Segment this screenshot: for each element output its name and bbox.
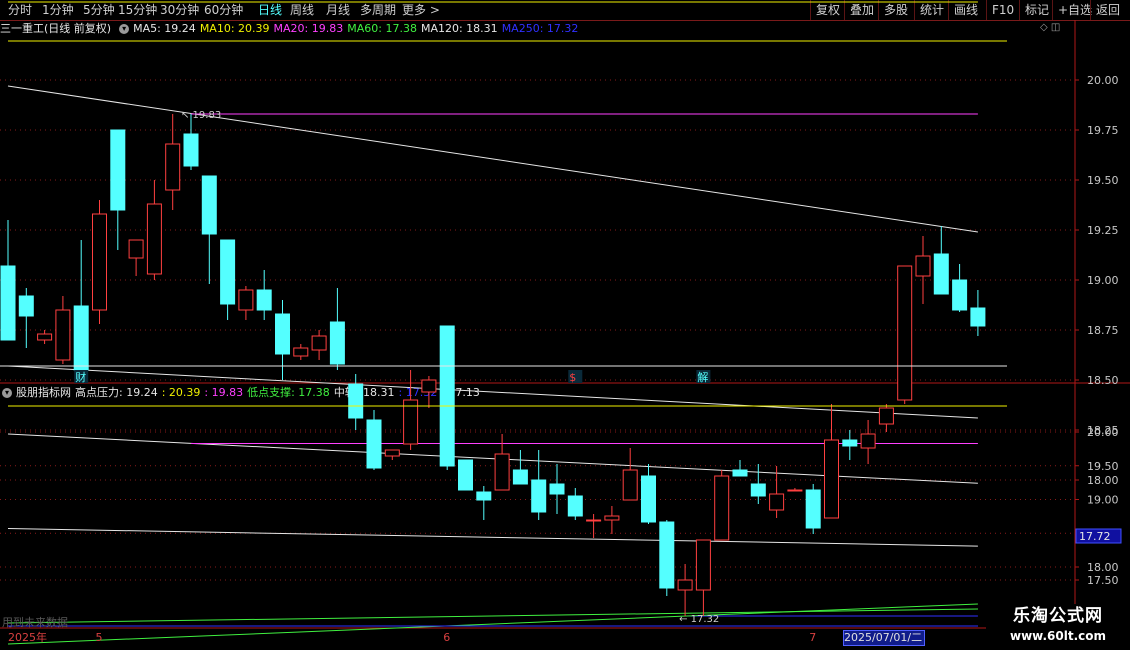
- candle-body: [37, 333, 53, 341]
- event-marker: $: [569, 371, 576, 384]
- candle-body: [403, 399, 419, 445]
- candle-body: [311, 335, 327, 351]
- y-tick-label: 19.50: [1087, 174, 1119, 187]
- candle-body: [220, 239, 236, 305]
- date-tick-label: 6: [443, 631, 451, 644]
- candle-body: [732, 469, 748, 477]
- candle-body: [695, 539, 711, 591]
- date-tick-label: 5: [95, 631, 103, 644]
- candle-body: [933, 253, 949, 295]
- y-tick-label: 19.75: [1087, 124, 1119, 137]
- site-logo: 乐淘公式网 www.60lt.com: [986, 604, 1130, 650]
- high-annotation: ↖ 19.83: [181, 110, 221, 121]
- event-marker: 财: [75, 370, 86, 384]
- candle-body: [750, 483, 766, 497]
- y-tick-label: 19.50: [1087, 460, 1119, 473]
- candle-body: [73, 305, 89, 371]
- future-data-label: 用到未来数据: [2, 616, 68, 629]
- price-tag-label: 17.72: [1079, 530, 1111, 543]
- candle-body: [860, 433, 876, 449]
- candle-body: [787, 489, 803, 492]
- candle-body: [329, 321, 345, 365]
- y-tick-label: 18.00: [1087, 474, 1119, 487]
- candle-body: [439, 325, 455, 467]
- candle-body: [92, 213, 107, 311]
- candle-body: [384, 449, 400, 457]
- kline-chart[interactable]: 20.0019.7519.5019.2519.0018.7518.5018.25…: [0, 0, 1130, 650]
- candle-body: [769, 493, 785, 511]
- date-tick-label: 2025年: [8, 631, 47, 644]
- candle-body: [238, 289, 254, 311]
- y-tick-label: 18.00: [1087, 561, 1119, 574]
- sub-line: [7, 528, 978, 547]
- candle-body: [512, 469, 528, 485]
- candle-body: [897, 265, 913, 401]
- candle-body: [549, 483, 565, 495]
- candle-body: [256, 289, 272, 311]
- candle-body: [0, 265, 16, 341]
- candle-body: [878, 407, 894, 425]
- y-tick-label: 18.75: [1087, 324, 1119, 337]
- candle-body: [366, 419, 382, 469]
- y-tick-label: 20.00: [1087, 74, 1119, 87]
- y-tick-label: 20.00: [1087, 426, 1119, 439]
- candle-body: [622, 469, 638, 501]
- candle-body: [714, 475, 730, 541]
- candle-body: [293, 347, 309, 357]
- candle-body: [567, 495, 583, 517]
- logo-title: 乐淘公式网: [1013, 606, 1103, 626]
- candle-body: [641, 475, 656, 523]
- candle-body: [531, 479, 547, 513]
- y-tick-label: 19.25: [1087, 224, 1119, 237]
- candle-body: [476, 491, 492, 501]
- date-tick-label: 7: [809, 631, 817, 644]
- y-tick-label: 18.50: [1087, 374, 1119, 387]
- candle-body: [201, 175, 217, 235]
- candle-body: [659, 521, 675, 589]
- candle-body: [915, 255, 931, 277]
- y-tick-label: 17.50: [1087, 574, 1119, 587]
- candle-body: [677, 579, 693, 591]
- y-tick-label: 19.00: [1087, 274, 1119, 287]
- candle-body: [805, 489, 821, 529]
- candle-body: [494, 453, 510, 491]
- y-tick-label: 19.00: [1087, 494, 1119, 507]
- candle-body: [146, 203, 162, 275]
- candle-body: [110, 129, 126, 211]
- candle-body: [55, 309, 71, 361]
- logo-url: www.60lt.com: [1009, 629, 1107, 643]
- candle-body: [824, 439, 839, 519]
- candle-body: [18, 295, 34, 317]
- low-annotation: ← 17.32: [679, 614, 719, 625]
- candle-body: [183, 133, 199, 167]
- candle-body: [165, 143, 181, 191]
- main-line: [7, 365, 978, 419]
- candle-body: [952, 279, 968, 311]
- candle-body: [348, 383, 364, 419]
- candle-body: [586, 519, 602, 522]
- candle-body: [458, 459, 473, 491]
- current-date-label: 2025/07/01/二: [843, 630, 925, 646]
- candle-body: [275, 313, 290, 355]
- candle-body: [128, 239, 144, 259]
- candle-body: [604, 515, 620, 521]
- event-marker: 解: [697, 370, 708, 384]
- candle-body: [842, 439, 858, 447]
- date-axis: 2025年 5 6 7: [0, 630, 986, 650]
- candle-body: [970, 307, 986, 327]
- candle-body: [421, 379, 437, 393]
